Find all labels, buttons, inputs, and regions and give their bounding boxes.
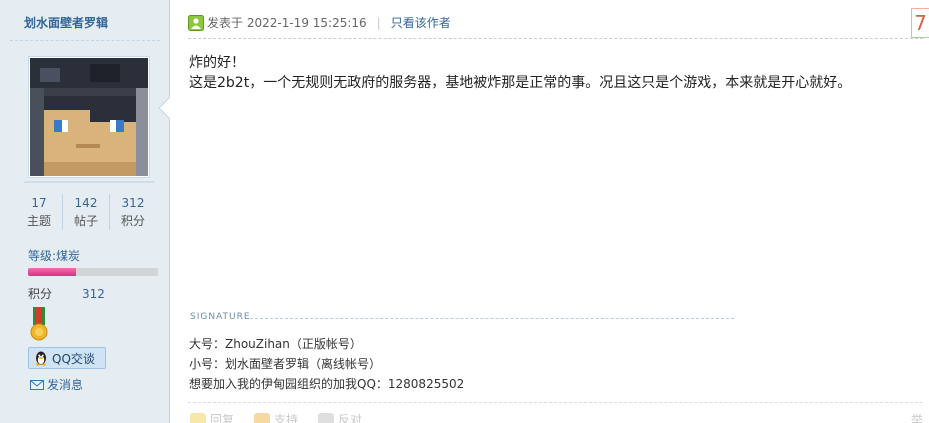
post-content-line: 炸的好！ [189,55,245,71]
thumbs-down-icon [318,412,335,423]
stat-posts-label: 帖子 [73,214,98,228]
stat-credits-value: 312 [121,196,145,210]
envelope-icon [30,379,44,390]
avatar-image [30,58,148,176]
post-content-line: 这是2b2t，一个无规则无政府的服务器，基地被炸那是正常的事。况且这只是个游戏，… [189,75,852,91]
avatar-shadow [24,181,154,183]
floor-number[interactable]: 7 [911,8,929,38]
signature-line: 大号：ZhouZihan（正版帐号） [189,337,362,351]
post-actions: 回复 支持 反对 [190,411,382,423]
stat-threads-value: 17 [31,196,47,210]
reply-button[interactable]: 回复 [190,411,234,423]
thumbs-up-icon [254,412,271,423]
signature-line: 想要加入我的伊甸园组织的加我QQ：1280825502 [189,377,465,391]
support-label: 支持 [274,413,299,423]
divider [10,40,160,41]
oppose-button[interactable]: 反对 [318,411,362,423]
author-stats: 17 主题 142 帖子 312 积分 [16,194,156,230]
posted-prefix: 发表于 [207,16,244,30]
credit-row: 积分 312 [28,285,105,302]
post-header: 发表于 2022-1-19 15:25:16 | 只看该作者 [188,14,451,31]
sidebar-pointer [158,96,172,120]
signature-label: SIGNATURE [190,312,251,322]
post-body: 发表于 2022-1-19 15:25:16 | 只看该作者 7 炸的好！ 这是… [178,0,929,423]
signature-divider [250,318,734,319]
qq-penguin-icon [36,351,46,366]
oppose-label: 反对 [338,413,363,423]
avatar[interactable] [28,56,150,178]
stat-credits[interactable]: 312 积分 [109,194,156,230]
send-message-link[interactable]: 发消息 [30,376,83,393]
level-progress-fill [28,268,77,276]
post-timestamp: 2022-1-19 15:25:16 [246,15,367,30]
stat-posts[interactable]: 142 帖子 [62,194,109,230]
post-content: 炸的好！ 这是2b2t，一个无规则无政府的服务器，基地被炸那是正常的事。况且这只… [189,53,851,93]
reply-label: 回复 [210,413,235,423]
reply-icon [190,412,206,423]
signature-line: 小号：划水面壁者罗辑（离线帐号） [189,357,382,371]
support-button[interactable]: 支持 [254,411,298,423]
user-online-icon [188,14,204,31]
header-separator: | [376,15,381,30]
author-sidebar: 划水面壁者罗辑 17 主题 142 帖子 312 积分 等级:煤炭 积分 312… [0,0,170,423]
author-name[interactable]: 划水面壁者罗辑 [12,14,158,31]
credit-label: 积分 [28,287,53,301]
level-label[interactable]: 等级:煤炭 [28,247,80,264]
qq-chat-button[interactable]: QQ交谈 [28,347,106,369]
header-divider [188,38,923,39]
credit-value: 312 [82,287,105,301]
stat-threads[interactable]: 17 主题 [16,194,62,230]
only-author-link[interactable]: 只看该作者 [391,14,451,31]
level-progress-bar [28,268,158,276]
stat-credits-label: 积分 [120,214,145,228]
report-link[interactable]: 举 [911,411,923,423]
stat-threads-label: 主题 [26,214,51,228]
qq-chat-label: QQ交谈 [52,351,95,366]
send-message-label: 发消息 [47,378,84,392]
footer-divider [188,402,923,403]
medal-icon[interactable] [30,307,48,341]
signature: 大号：ZhouZihan（正版帐号） 小号：划水面壁者罗辑（离线帐号） 想要加入… [189,334,464,394]
stat-posts-value: 142 [74,196,98,210]
